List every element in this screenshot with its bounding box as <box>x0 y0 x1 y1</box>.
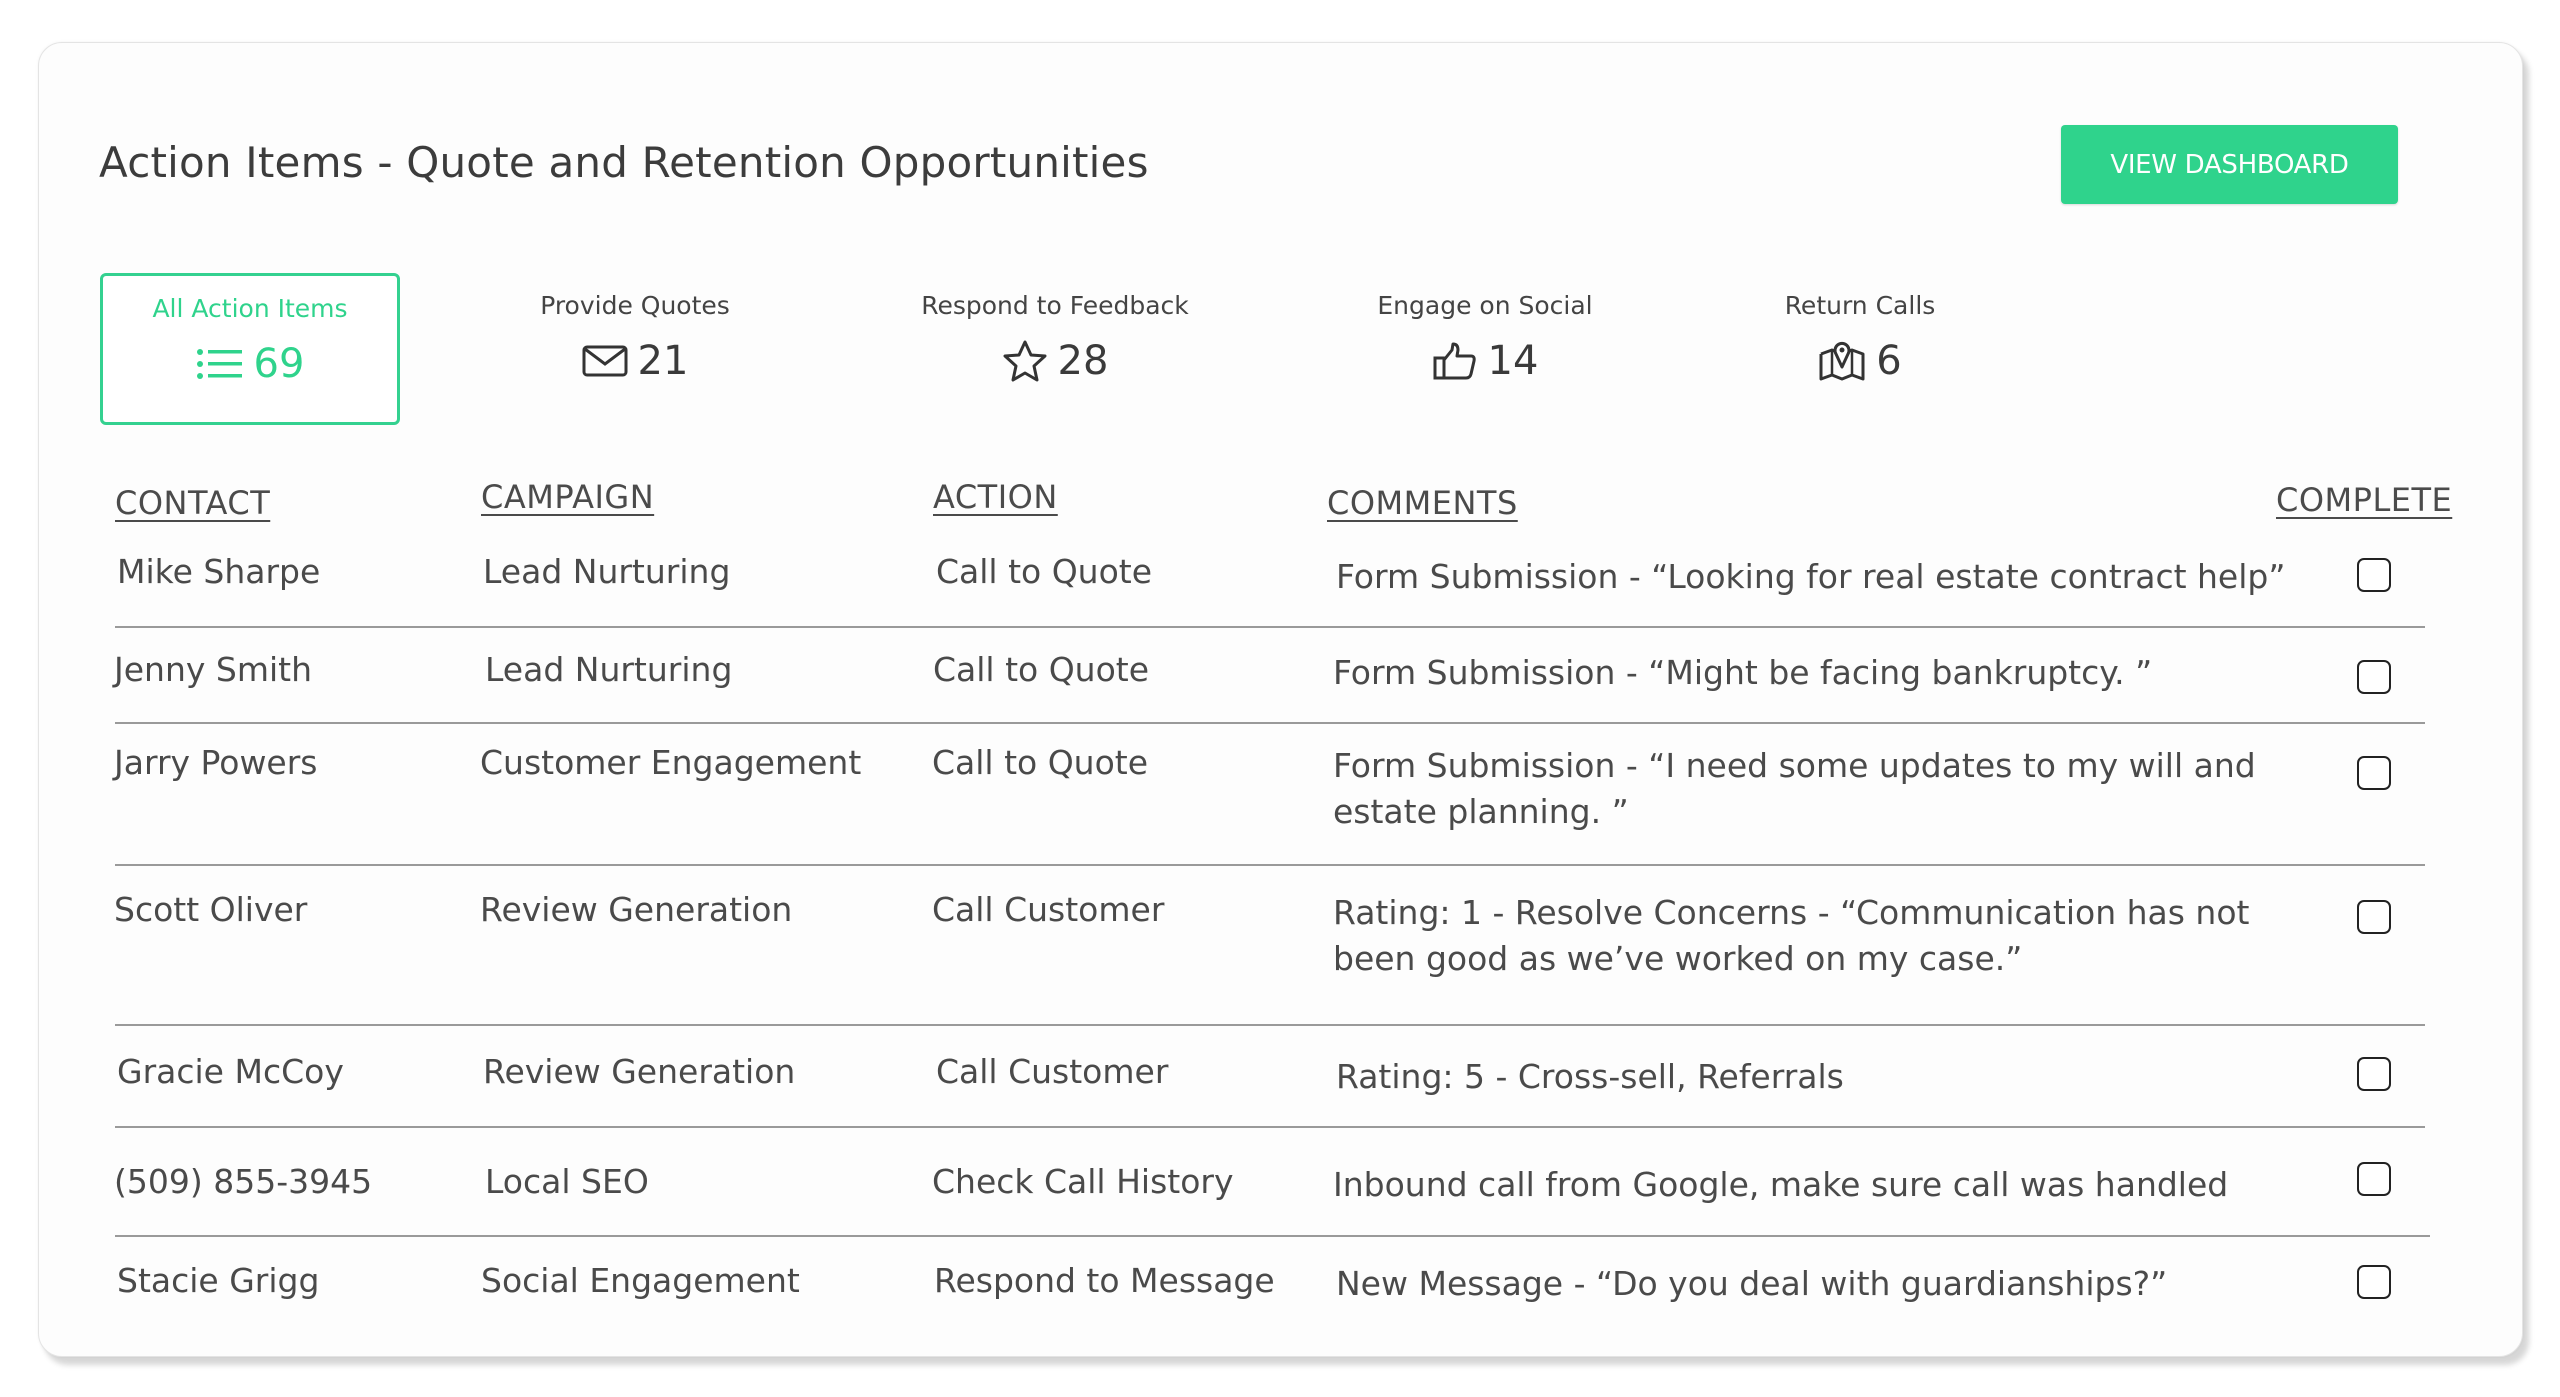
row-separator <box>115 1024 2425 1026</box>
complete-checkbox[interactable] <box>2357 900 2391 934</box>
row-separator <box>115 722 2425 724</box>
complete-checkbox[interactable] <box>2357 1162 2391 1196</box>
row-separator <box>115 864 2425 866</box>
stat-label: Return Calls <box>1784 291 1936 320</box>
complete-checkbox[interactable] <box>2357 1265 2391 1299</box>
table-cell-action: Call to Quote <box>936 552 1153 591</box>
tab-engage-on-social[interactable]: Engage on Social 14 <box>1360 273 1610 419</box>
row-separator <box>115 1235 2430 1237</box>
thumbs-up-icon <box>1433 342 1476 380</box>
complete-checkbox[interactable] <box>2357 756 2391 790</box>
tab-respond-to-feedback[interactable]: Respond to Feedback 28 <box>905 273 1205 419</box>
envelope-icon <box>582 345 628 377</box>
stat-count: 14 <box>1487 338 1539 384</box>
table-cell-action: Call to Quote <box>933 650 1150 689</box>
table-cell-contact: Jarry Powers <box>114 743 318 782</box>
table-cell-comment: Form Submission - “I need some updates t… <box>1333 746 2256 831</box>
table-cell-action: Call to Quote <box>932 743 1149 782</box>
stat-label: Provide Quotes <box>540 291 730 320</box>
tab-return-calls[interactable]: Return Calls 6 <box>1760 273 1960 419</box>
table-cell-comment: Rating: 5 - Cross-sell, Referrals <box>1336 1057 1844 1096</box>
map-pin-icon <box>1819 341 1865 381</box>
column-header-action[interactable]: ACTION <box>933 478 1058 516</box>
table-cell-action: Check Call History <box>932 1162 1234 1201</box>
view-dashboard-button[interactable]: VIEW DASHBOARD <box>2061 125 2398 204</box>
table-cell-comment: New Message - “Do you deal with guardian… <box>1336 1264 2168 1303</box>
column-header-campaign[interactable]: CAMPAIGN <box>481 478 654 516</box>
table-cell-campaign: Customer Engagement <box>480 743 862 782</box>
stat-count: 28 <box>1057 338 1109 384</box>
complete-checkbox[interactable] <box>2357 1057 2391 1091</box>
tab-provide-quotes[interactable]: Provide Quotes 21 <box>510 273 760 419</box>
table-cell-contact: Gracie McCoy <box>117 1052 344 1091</box>
stat-count: 69 <box>253 341 305 387</box>
table-cell-contact: Jenny Smith <box>114 650 312 689</box>
table-cell-comment: Form Submission - “Looking for real esta… <box>1336 557 2286 596</box>
list-icon <box>196 349 242 379</box>
tab-all-action-items[interactable]: All Action Items 69 <box>100 273 400 425</box>
table-cell-action: Respond to Message <box>934 1261 1275 1300</box>
table-cell-contact: Mike Sharpe <box>117 552 321 591</box>
table-cell-comment: Inbound call from Google, make sure call… <box>1333 1165 2229 1204</box>
table-cell-action: Call Customer <box>932 890 1165 929</box>
table-cell-campaign: Review Generation <box>480 890 793 929</box>
table-cell-campaign: Review Generation <box>483 1052 796 1091</box>
table-cell-action: Call Customer <box>936 1052 1169 1091</box>
stat-label: Respond to Feedback <box>921 291 1189 320</box>
table-cell-comment: Rating: 1 - Resolve Concerns - “Communic… <box>1333 893 2250 978</box>
stat-label: All Action Items <box>152 294 348 323</box>
table-cell-campaign: Social Engagement <box>481 1261 800 1300</box>
stat-label: Engage on Social <box>1377 291 1593 320</box>
row-separator <box>115 1126 2425 1128</box>
complete-checkbox[interactable] <box>2357 660 2391 694</box>
complete-checkbox[interactable] <box>2357 558 2391 592</box>
table-cell-campaign: Lead Nurturing <box>483 552 731 591</box>
table-cell-campaign: Lead Nurturing <box>485 650 733 689</box>
column-header-contact[interactable]: CONTACT <box>115 484 270 522</box>
table-cell-contact: (509) 855-3945 <box>114 1162 373 1201</box>
row-separator <box>115 626 2425 628</box>
action-items-card <box>38 42 2523 1357</box>
table-cell-comment: Form Submission - “Might be facing bankr… <box>1333 653 2153 692</box>
column-header-complete[interactable]: COMPLETE <box>2276 481 2452 519</box>
table-cell-campaign: Local SEO <box>485 1162 649 1201</box>
star-icon <box>1003 340 1047 382</box>
stat-count: 21 <box>637 338 689 384</box>
table-cell-contact: Stacie Grigg <box>117 1261 320 1300</box>
column-header-comments[interactable]: COMMENTS <box>1327 484 1518 522</box>
stat-count: 6 <box>1876 338 1902 384</box>
page-title: Action Items - Quote and Retention Oppor… <box>99 138 1149 187</box>
table-cell-contact: Scott Oliver <box>114 890 308 929</box>
